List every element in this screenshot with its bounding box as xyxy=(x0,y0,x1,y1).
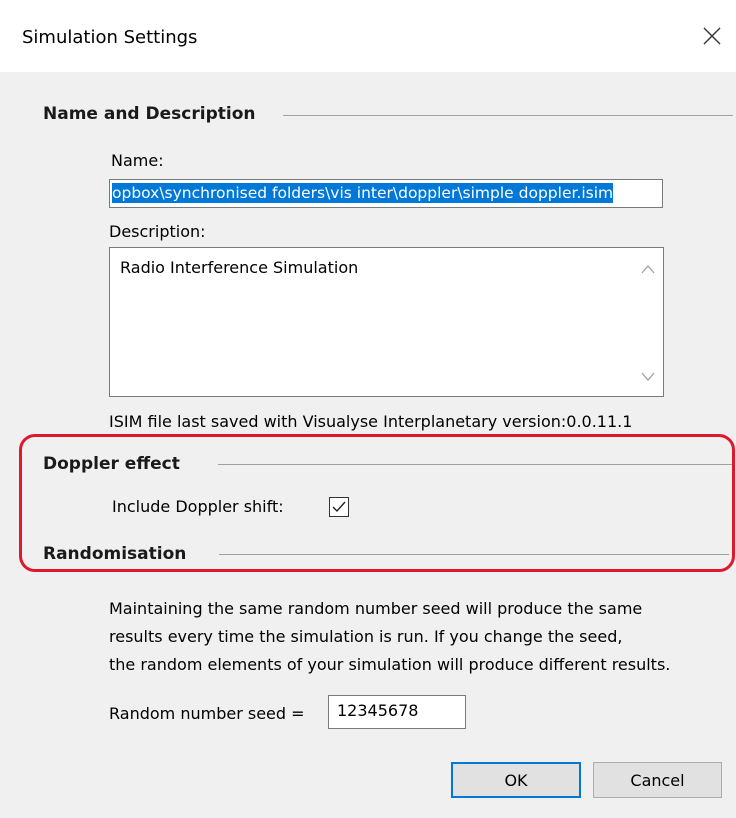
seed-field[interactable]: 12345678 xyxy=(328,695,466,729)
seed-label: Random number seed = xyxy=(109,704,305,723)
dialog-title: Simulation Settings xyxy=(22,27,198,48)
red-highlight-annotation xyxy=(19,434,735,572)
close-button[interactable] xyxy=(690,14,734,58)
info-line: results every time the simulation is run… xyxy=(109,627,623,646)
version-note: ISIM file last saved with Visualyse Inte… xyxy=(109,412,633,431)
info-line: the random elements of your simulation w… xyxy=(109,655,671,674)
scroll-up-icon[interactable] xyxy=(641,264,655,274)
scroll-down-icon[interactable] xyxy=(641,372,655,382)
name-label: Name: xyxy=(111,151,164,170)
info-line: Maintaining the same random number seed … xyxy=(109,599,643,618)
description-value: Radio Interference Simulation xyxy=(120,258,359,277)
name-description-heading: Name and Description xyxy=(43,104,256,124)
title-bar: Simulation Settings xyxy=(0,0,736,72)
description-label: Description: xyxy=(109,222,206,241)
name-field-value: opbox\synchronised folders\vis inter\dop… xyxy=(112,183,614,203)
description-field[interactable]: Radio Interference Simulation xyxy=(109,247,664,397)
randomisation-info: Maintaining the same random number seed … xyxy=(109,595,670,679)
name-field[interactable]: opbox\synchronised folders\vis inter\dop… xyxy=(109,179,663,208)
ok-button[interactable]: OK xyxy=(451,762,581,798)
close-icon xyxy=(703,27,721,45)
cancel-button[interactable]: Cancel xyxy=(593,762,722,798)
section-divider xyxy=(283,115,733,116)
